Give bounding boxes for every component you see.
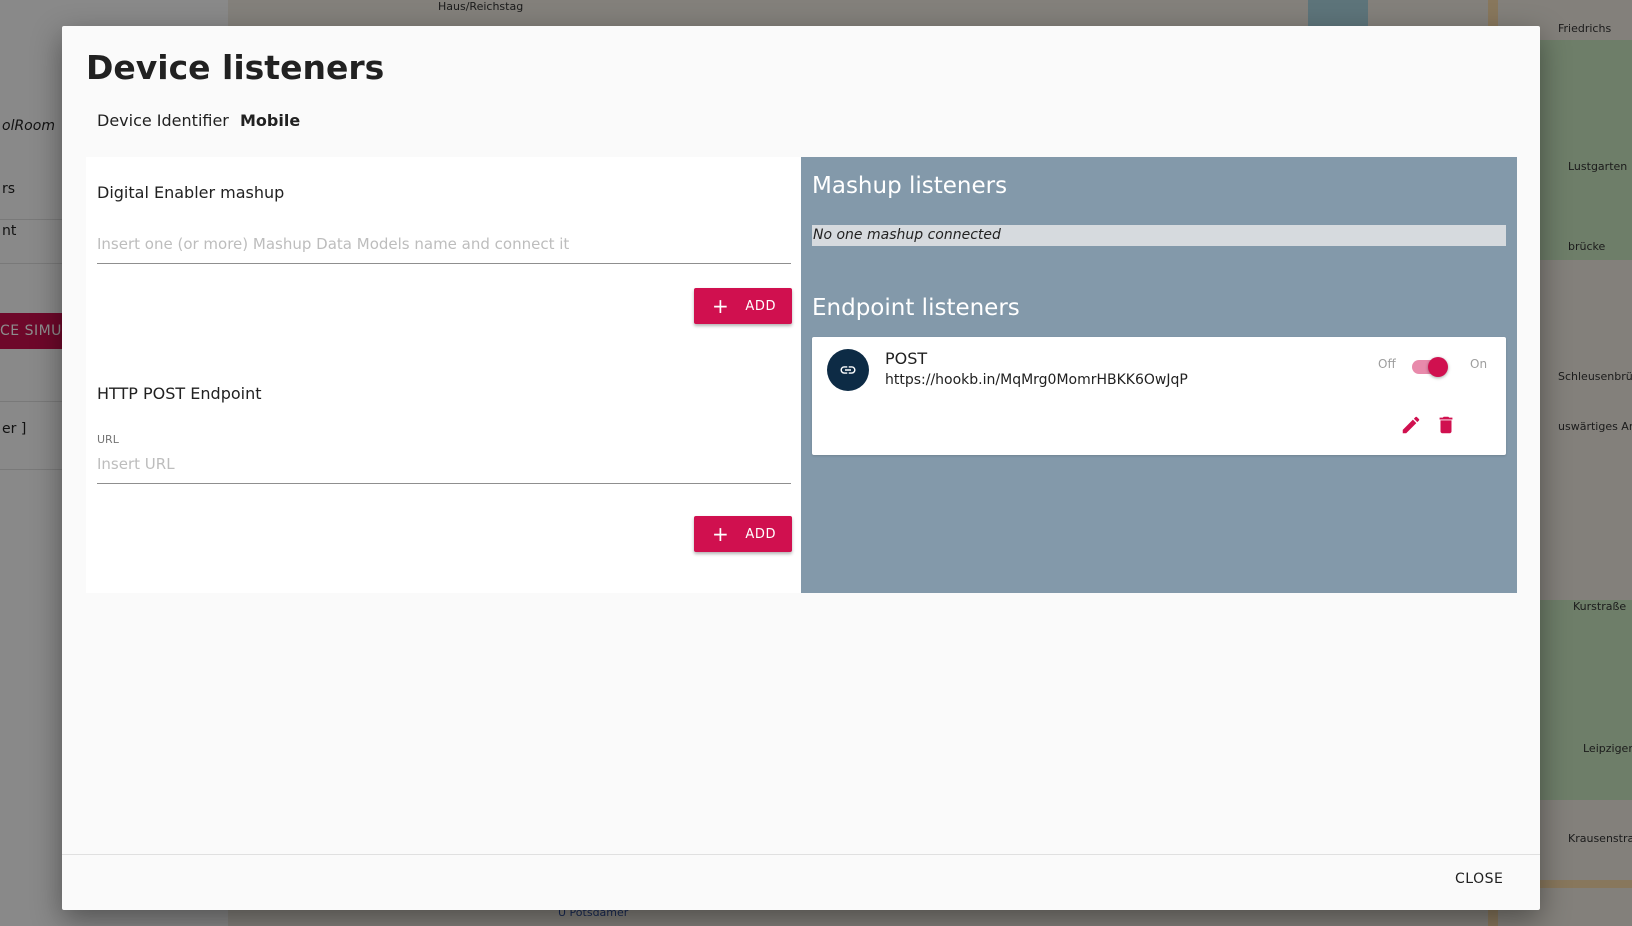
add-endpoint-button[interactable]: + ADD (694, 516, 792, 552)
mashup-listeners-title: Mashup listeners (812, 173, 1008, 199)
device-identifier-value: Mobile (239, 111, 301, 130)
endpoint-listeners-title: Endpoint listeners (812, 295, 1020, 321)
mashup-input[interactable] (97, 229, 791, 263)
no-mashup-message: No one mashup connected (812, 225, 1506, 246)
delete-endpoint-button[interactable] (1432, 411, 1460, 439)
mashup-section-label: Digital Enabler mashup (97, 183, 285, 202)
trash-icon (1439, 416, 1453, 434)
http-section-label: HTTP POST Endpoint (97, 384, 262, 403)
right-panel: Mashup listeners No one mashup connected… (801, 157, 1517, 593)
plus-icon: + (712, 522, 730, 546)
left-panel: Digital Enabler mashup + ADD HTTP POST E… (86, 157, 801, 593)
toggle-on-label: On (1470, 357, 1488, 371)
toggle-off-label: Off (1378, 357, 1396, 371)
endpoint-method: POST (885, 349, 928, 368)
edit-endpoint-button[interactable] (1397, 411, 1425, 439)
pencil-icon (1402, 416, 1420, 434)
endpoint-enabled-toggle[interactable] (1410, 355, 1448, 379)
endpoint-card: POST https://hookb.in/MqMrg0MomrHBKK6OwJ… (812, 337, 1506, 455)
url-label: URL (97, 433, 119, 446)
add-mashup-button[interactable]: + ADD (694, 288, 792, 324)
device-identifier: Device Identifier Mobile (97, 111, 300, 130)
url-input-wrapper (97, 449, 791, 484)
footer-divider (62, 854, 1540, 855)
add-mashup-label: ADD (745, 298, 777, 314)
plus-icon: + (712, 294, 730, 318)
mashup-input-wrapper (97, 229, 791, 264)
url-input[interactable] (97, 449, 791, 483)
link-icon (827, 349, 869, 391)
endpoint-url: https://hookb.in/MqMrg0MomrHBKK6OwJqP (885, 372, 1188, 388)
device-identifier-label: Device Identifier (97, 111, 229, 130)
close-button[interactable]: CLOSE (1455, 871, 1503, 887)
toggle-thumb (1428, 357, 1448, 377)
dialog-title: Device listeners (86, 48, 385, 87)
device-listeners-dialog: Device listeners Device Identifier Mobil… (62, 26, 1540, 910)
add-endpoint-label: ADD (745, 526, 777, 542)
